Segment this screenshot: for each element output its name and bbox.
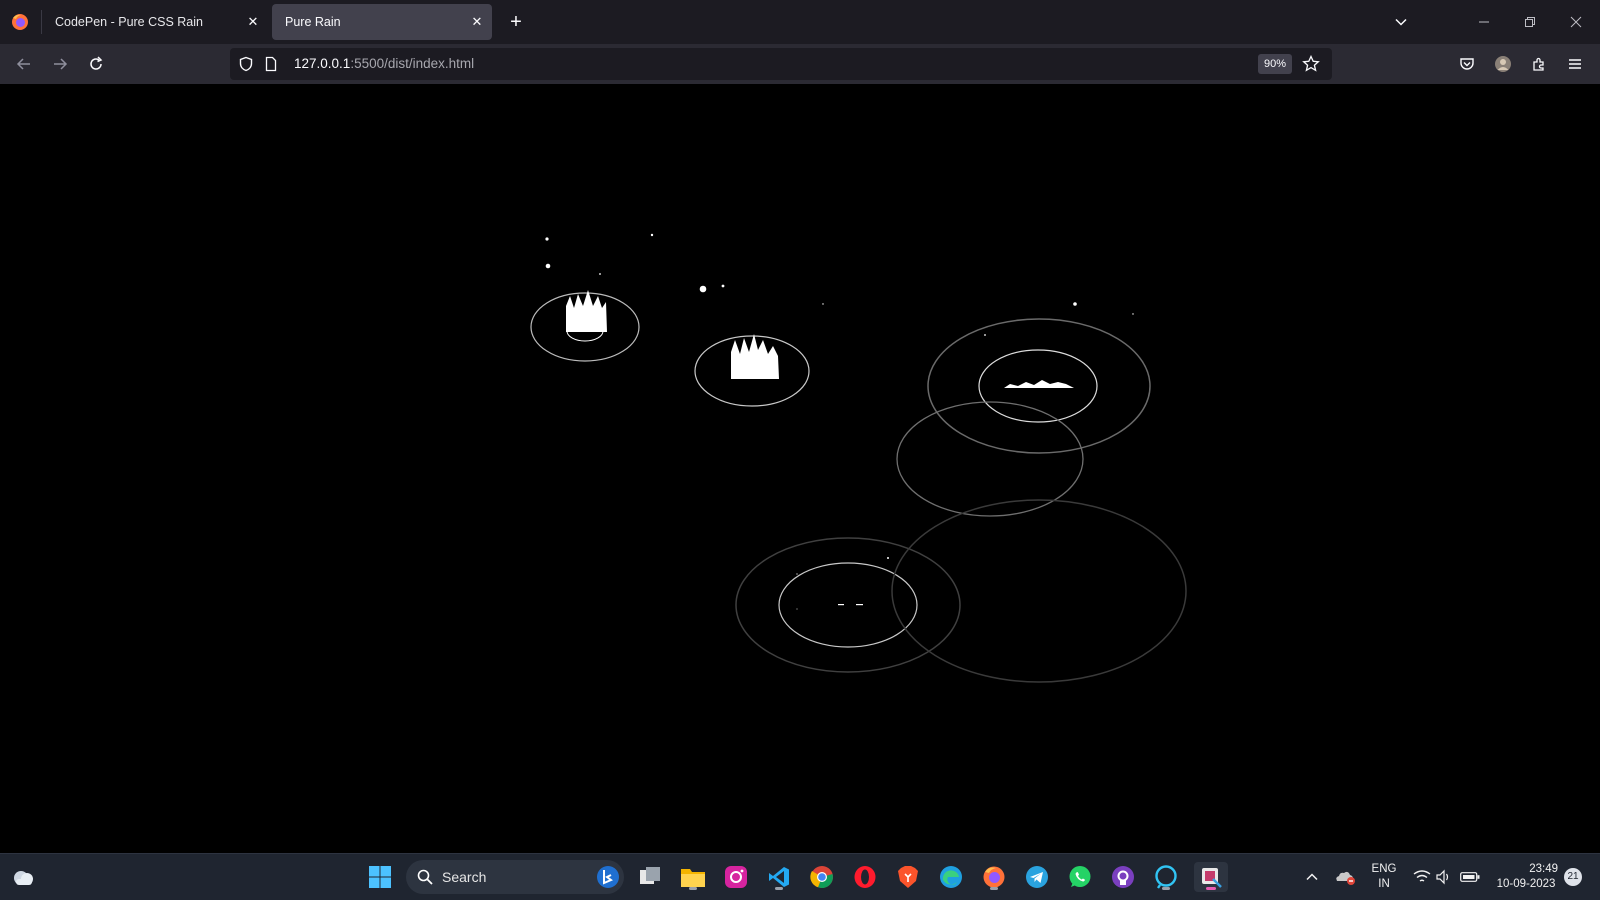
raindrop	[545, 263, 551, 269]
splash	[856, 604, 863, 606]
splash	[731, 334, 779, 379]
wifi-icon[interactable]	[1410, 862, 1434, 892]
pocket-icon[interactable]	[1453, 50, 1481, 78]
url-text[interactable]: 127.0.0.1:5500/dist/index.html	[294, 48, 474, 80]
bing-icon[interactable]	[596, 865, 620, 894]
back-arrow-icon[interactable]	[10, 50, 38, 78]
close-tab-icon[interactable]: ✕	[468, 13, 486, 31]
tab-title: Pure Rain	[285, 15, 341, 29]
windows-taskbar: Search ENG IN 23:49 10-09-2023 21	[0, 853, 1600, 900]
tab-bar: CodePen - Pure CSS Rain ✕ Pure Rain ✕ +	[0, 0, 1600, 44]
input-language-indicator[interactable]: ENG IN	[1369, 862, 1399, 892]
github-icon[interactable]	[1108, 862, 1138, 892]
close-window-button[interactable]	[1562, 8, 1590, 36]
file-explorer-icon[interactable]	[678, 862, 708, 892]
splashes	[566, 290, 1074, 606]
battery-icon[interactable]	[1457, 862, 1483, 892]
zoom-level-button[interactable]: 90%	[1258, 54, 1292, 74]
splash	[1004, 380, 1074, 388]
edge-icon[interactable]	[936, 862, 966, 892]
tab-title: CodePen - Pure CSS Rain	[55, 15, 203, 29]
opera-icon[interactable]	[850, 862, 880, 892]
raindrop	[599, 273, 601, 275]
weather-icon[interactable]	[8, 862, 38, 892]
language-region: IN	[1378, 878, 1390, 890]
minimize-button[interactable]	[1470, 8, 1498, 36]
hamburger-menu-icon[interactable]	[1561, 50, 1589, 78]
tab-codepen[interactable]: CodePen - Pure CSS Rain ✕	[42, 4, 268, 40]
reload-icon[interactable]	[82, 50, 110, 78]
splash	[566, 290, 607, 332]
url-host: 127.0.0.1	[294, 56, 351, 71]
language-code: ENG	[1371, 863, 1397, 875]
clock-time: 23:49	[1529, 863, 1558, 875]
task-view-icon[interactable]	[635, 862, 665, 892]
url-bar[interactable]: 127.0.0.1:5500/dist/index.html 90%	[230, 48, 1332, 80]
account-avatar[interactable]	[1489, 50, 1517, 78]
clock-date: 10-09-2023	[1496, 878, 1556, 890]
url-path: :5500/dist/index.html	[350, 56, 475, 71]
alexa-icon[interactable]	[1151, 862, 1181, 892]
volume-icon[interactable]	[1432, 862, 1456, 892]
whatsapp-icon[interactable]	[1065, 862, 1095, 892]
raindrop	[822, 303, 824, 305]
chrome-icon[interactable]	[807, 862, 837, 892]
rain-scene	[530, 233, 1187, 683]
firefox-taskbar-icon[interactable]	[979, 862, 1009, 892]
extensions-icon[interactable]	[1525, 50, 1553, 78]
snipping-tool-icon[interactable]	[1194, 862, 1228, 892]
raindrop	[699, 285, 707, 293]
ripple	[778, 562, 918, 648]
ripple	[896, 401, 1084, 517]
restore-button[interactable]	[1516, 8, 1544, 36]
clock[interactable]: 23:49 10-09-2023	[1488, 862, 1564, 892]
instagram-icon[interactable]	[721, 862, 751, 892]
search-icon	[417, 869, 433, 890]
raindrop	[796, 608, 798, 610]
ripple	[891, 499, 1187, 683]
navigation-toolbar: 127.0.0.1:5500/dist/index.html 90%	[0, 44, 1600, 84]
firefox-logo-icon[interactable]	[10, 12, 30, 32]
raindrop	[721, 284, 725, 288]
forward-arrow-icon[interactable]	[46, 50, 74, 78]
search-label: Search	[442, 869, 487, 885]
new-tab-button[interactable]: +	[504, 10, 528, 34]
show-hidden-icons-chevron-up-icon[interactable]	[1300, 862, 1324, 892]
vscode-icon[interactable]	[764, 862, 794, 892]
brave-icon[interactable]	[893, 862, 923, 892]
taskbar-search-box[interactable]: Search	[406, 860, 624, 894]
notification-count-badge[interactable]: 21	[1564, 868, 1582, 886]
ripple	[735, 537, 961, 673]
raindrop	[984, 334, 986, 336]
raindrop	[1132, 313, 1134, 315]
bookmark-star-icon[interactable]	[1302, 54, 1320, 78]
rain-canvas	[0, 84, 1600, 853]
windows-start-icon[interactable]	[365, 862, 395, 892]
raindrop	[887, 557, 889, 559]
ripples	[530, 292, 1187, 683]
raindrop	[796, 573, 798, 575]
telegram-icon[interactable]	[1022, 862, 1052, 892]
raindrop	[650, 233, 654, 237]
onedrive-icon[interactable]	[1332, 862, 1358, 892]
shield-icon[interactable]	[238, 56, 254, 77]
raindrop	[1073, 302, 1077, 306]
list-all-tabs-icon[interactable]	[1387, 8, 1415, 36]
raindrop	[545, 237, 549, 241]
splash	[838, 604, 844, 606]
tab-pure-rain[interactable]: Pure Rain ✕	[272, 4, 492, 40]
page-info-icon[interactable]	[264, 56, 278, 77]
close-tab-icon[interactable]: ✕	[244, 13, 262, 31]
